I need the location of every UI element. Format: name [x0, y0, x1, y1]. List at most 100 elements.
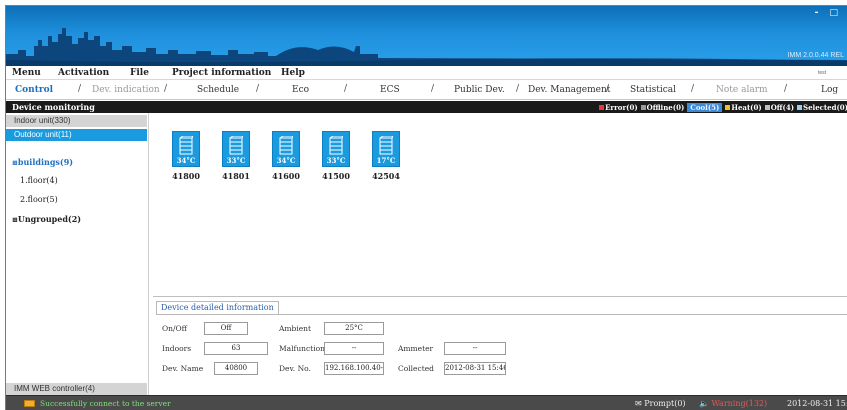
- menu-item-file[interactable]: File: [130, 68, 149, 78]
- indoors-value: 63: [204, 342, 268, 355]
- version-label: IMM 2.0.0.44 REL: [787, 52, 844, 59]
- legend-offline-label: Offline(0): [646, 102, 685, 112]
- tab-control[interactable]: Control: [15, 85, 53, 95]
- legend-error-label: Error(0): [605, 102, 638, 112]
- legend-selected[interactable]: Selected(0): [797, 103, 847, 112]
- menu-item-menu[interactable]: Menu: [12, 68, 41, 78]
- tree-item-ungrouped[interactable]: ⊞Ungrouped(2): [12, 214, 81, 224]
- sidebar-item-web-controller[interactable]: IMM WEB controller(4): [6, 383, 147, 395]
- ambient-label: Ambient: [279, 324, 312, 333]
- legend-off[interactable]: Off(4): [764, 102, 795, 112]
- legend-cool[interactable]: Cool(5): [687, 102, 723, 112]
- tab-separator: /: [606, 84, 610, 94]
- device-temperature: 34°C: [276, 156, 296, 165]
- device-id: 41600: [272, 171, 300, 181]
- offline-square-icon: [640, 105, 646, 110]
- tab-public-dev[interactable]: Public Dev.: [454, 85, 505, 95]
- ambient-value: 25°C: [324, 322, 384, 335]
- tab-separator: /: [516, 84, 520, 94]
- tab-eco[interactable]: Eco: [292, 85, 309, 95]
- warning-status[interactable]: 🔈 Warning(132): [699, 399, 767, 408]
- tab-statistical[interactable]: Statistical: [630, 85, 676, 95]
- tree-item-buildings[interactable]: ⊞buildings(9): [12, 157, 73, 167]
- device-tile[interactable]: 34°C 41600: [272, 131, 308, 181]
- error-square-icon: [599, 105, 605, 110]
- off-square-icon: [764, 105, 770, 110]
- monitoring-title: Device monitoring: [12, 102, 95, 112]
- onoff-label: On/Off: [162, 324, 187, 333]
- device-detail-panel: Device detailed information On/Off Off A…: [153, 296, 847, 381]
- status-bar: Successfully connect to the server ✉ Pro…: [6, 395, 847, 410]
- legend-heat[interactable]: Heat(0): [725, 103, 762, 112]
- tab-separator: /: [344, 84, 348, 94]
- tab-separator: /: [784, 84, 788, 94]
- speaker-icon: 🔈: [699, 399, 709, 408]
- collected-label: Collected: [398, 364, 434, 373]
- tab-dev-indication[interactable]: Dev. indication: [92, 85, 160, 95]
- status-legend: Error(0) Offline(0) Cool(5) Heat(0) Off(…: [599, 102, 847, 112]
- menu-item-help[interactable]: Help: [281, 68, 305, 78]
- tree-item-floor-2[interactable]: 2.floor(5): [20, 195, 58, 204]
- mail-icon: ✉: [635, 399, 642, 408]
- device-tile[interactable]: 33°C 41500: [322, 131, 358, 181]
- device-id: 41800: [172, 171, 200, 181]
- menu-item-project-information[interactable]: Project information: [172, 68, 271, 78]
- device-tile-box: 33°C: [322, 131, 350, 167]
- collected-value: 2012-08-31 15:46: [444, 362, 506, 375]
- tab-ecs[interactable]: ECS: [380, 85, 400, 95]
- prompt-status[interactable]: ✉ Prompt(0): [635, 399, 686, 408]
- devno-label: Dev. No.: [279, 364, 311, 373]
- menu-item-activation[interactable]: Activation: [58, 68, 109, 78]
- devname-value: 40800: [214, 362, 258, 375]
- outdoor-unit-icon: [229, 136, 243, 155]
- device-tile[interactable]: 33°C 41801: [222, 131, 258, 181]
- sidebar-item-indoor-unit[interactable]: Indoor unit(330): [6, 115, 147, 127]
- device-sidebar: Indoor unit(330) Outdoor unit(11) ⊞build…: [6, 113, 149, 395]
- device-tile-box: 33°C: [222, 131, 250, 167]
- device-detail-body: On/Off Off Ambient 25°C Indoors 63 Malfu…: [156, 314, 847, 380]
- header-banner: - □ IMM 2.0.0.44 REL: [6, 6, 847, 66]
- device-tile[interactable]: 34°C 41800: [172, 131, 208, 181]
- legend-error[interactable]: Error(0): [599, 103, 638, 112]
- outdoor-unit-icon: [329, 136, 343, 155]
- tab-separator: /: [78, 84, 82, 94]
- selected-square-icon: [797, 105, 803, 110]
- outdoor-unit-icon: [379, 136, 393, 155]
- device-tile-box: 34°C: [172, 131, 200, 167]
- menu-bar: Menu Activation File Project information…: [6, 66, 847, 80]
- datetime-status: 2012-08-31 15:54:3: [787, 399, 847, 408]
- monitoring-header: Device monitoring Error(0) Offline(0) Co…: [6, 101, 847, 113]
- outdoor-unit-icon: [279, 136, 293, 155]
- legend-selected-label: Selected(0): [803, 102, 847, 112]
- connection-icon: [24, 400, 35, 407]
- tree-item-label: buildings(9): [17, 157, 74, 167]
- window-controls[interactable]: - □: [815, 8, 842, 18]
- device-tile[interactable]: 17°C 42504: [372, 131, 408, 181]
- ammeter-label: Ammeter: [398, 344, 434, 353]
- prompt-label: Prompt(0): [644, 399, 686, 408]
- heat-square-icon: [725, 105, 731, 110]
- ammeter-value: --: [444, 342, 506, 355]
- tab-log[interactable]: Log: [821, 85, 838, 95]
- malfunction-value: --: [324, 342, 384, 355]
- tab-schedule[interactable]: Schedule: [197, 85, 239, 95]
- tree-item-label: Ungrouped(2): [17, 214, 82, 224]
- indoors-label: Indoors: [162, 344, 192, 353]
- malfunction-label: Malfunction: [279, 344, 325, 353]
- tab-device-detailed-information[interactable]: Device detailed information: [156, 301, 279, 314]
- tree-item-floor-1[interactable]: 1.floor(4): [20, 176, 58, 185]
- device-id: 41801: [222, 171, 250, 181]
- device-tile-box: 34°C: [272, 131, 300, 167]
- legend-offline[interactable]: Offline(0): [640, 102, 685, 112]
- tab-note-alarm[interactable]: Note alarm: [716, 85, 768, 95]
- legend-off-label: Off(4): [770, 102, 795, 112]
- device-temperature: 33°C: [326, 156, 346, 165]
- sidebar-item-outdoor-unit[interactable]: Outdoor unit(11): [6, 129, 147, 141]
- onoff-value: Off: [204, 322, 248, 335]
- skyline-graphic: [6, 28, 847, 66]
- tab-separator: /: [431, 84, 435, 94]
- devname-label: Dev. Name: [162, 364, 204, 373]
- device-temperature: 33°C: [226, 156, 246, 165]
- tab-separator: /: [164, 84, 168, 94]
- tab-dev-management[interactable]: Dev. Management: [528, 85, 610, 95]
